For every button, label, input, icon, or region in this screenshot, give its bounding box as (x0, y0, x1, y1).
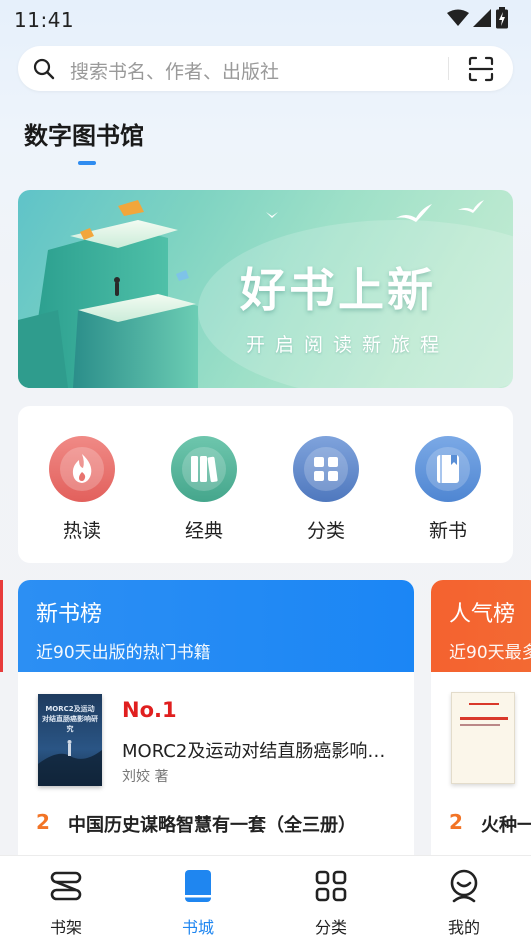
title-indicator (78, 161, 96, 165)
rank-number-1: No.1 (122, 698, 177, 722)
rank-book-author: 刘姣 著 (122, 769, 169, 785)
book-icon (415, 436, 481, 502)
rank-2-book-title[interactable]: 中国历史谋略智慧有一套（全三册） (68, 811, 398, 837)
nav-bookstore[interactable]: 书城 (158, 868, 238, 938)
nav-profile[interactable]: 我的 (424, 868, 504, 938)
nav-category[interactable]: 分类 (291, 868, 371, 938)
quick-label-hot: 热读 (62, 520, 101, 542)
fire-icon (49, 436, 115, 502)
quick-label-classic: 经典 (184, 520, 223, 542)
rank-number-2: 2 (36, 810, 50, 834)
grid-icon (293, 436, 359, 502)
bottom-navigation: 书架 书城 分类 我的 (0, 855, 531, 944)
search-bar[interactable]: 搜索书名、作者、出版社 (18, 46, 513, 91)
ranking-title: 人气榜 (449, 602, 516, 627)
status-time: 11:41 (14, 8, 75, 32)
nav-label-category: 分类 (314, 918, 347, 937)
category-icon (291, 868, 371, 904)
search-input[interactable]: 搜索书名、作者、出版社 (70, 57, 279, 84)
rank-2-book-title[interactable]: 火种一 (481, 811, 531, 837)
banner-subtitle: 开启阅读新旅程 (246, 334, 450, 356)
ranking-header: 新书榜 近90天出版的热门书籍 (18, 580, 414, 672)
quick-label-category: 分类 (306, 520, 345, 542)
battery-icon (496, 7, 508, 29)
signal-icon (473, 9, 491, 27)
bookshelf-icon (26, 868, 106, 904)
nav-label-bookshelf: 书架 (49, 918, 82, 937)
quick-item-new[interactable]: 新书 (408, 436, 488, 543)
quick-menu: 热读 经典 分类 新书 (18, 406, 513, 563)
quick-item-category[interactable]: 分类 (286, 436, 366, 543)
scan-icon[interactable] (468, 56, 494, 82)
quick-item-classic[interactable]: 经典 (164, 436, 244, 543)
ranking-header: 人气榜 近90天最多 (431, 580, 531, 672)
rank-number-2: 2 (449, 810, 463, 834)
previous-card-edge[interactable] (0, 580, 3, 672)
book-cover[interactable] (451, 692, 515, 784)
status-icons (447, 7, 509, 29)
nav-label-profile: 我的 (447, 918, 480, 937)
nav-label-bookstore: 书城 (181, 918, 214, 937)
rank-book-title[interactable]: MORC2及运动对结直肠癌影响研究 (122, 737, 402, 763)
banner-title: 好书上新 (240, 263, 436, 317)
profile-icon (424, 868, 504, 904)
ranking-title: 新书榜 (36, 602, 103, 627)
page-title: 数字图书馆 (24, 122, 144, 150)
quick-item-hot[interactable]: 热读 (42, 436, 122, 543)
wifi-icon (447, 9, 469, 26)
new-books-ranking-card[interactable]: 新书榜 近90天出版的热门书籍 MORC2及运动对结直肠癌影响研究 No.1 M… (18, 580, 414, 855)
ranking-subtitle: 近90天最多 (449, 643, 531, 663)
status-bar: 11:41 (0, 0, 531, 36)
popular-ranking-card[interactable]: 人气榜 近90天最多 2 火种一 (431, 580, 531, 855)
search-icon (33, 58, 55, 80)
search-divider (448, 57, 449, 80)
nav-bookshelf[interactable]: 书架 (26, 868, 106, 938)
books-icon (171, 436, 237, 502)
ranking-subtitle: 近90天出版的热门书籍 (36, 643, 211, 663)
book-cover[interactable]: MORC2及运动对结直肠癌影响研究 (38, 694, 102, 786)
quick-label-new: 新书 (428, 520, 467, 542)
bookstore-icon (158, 868, 238, 904)
